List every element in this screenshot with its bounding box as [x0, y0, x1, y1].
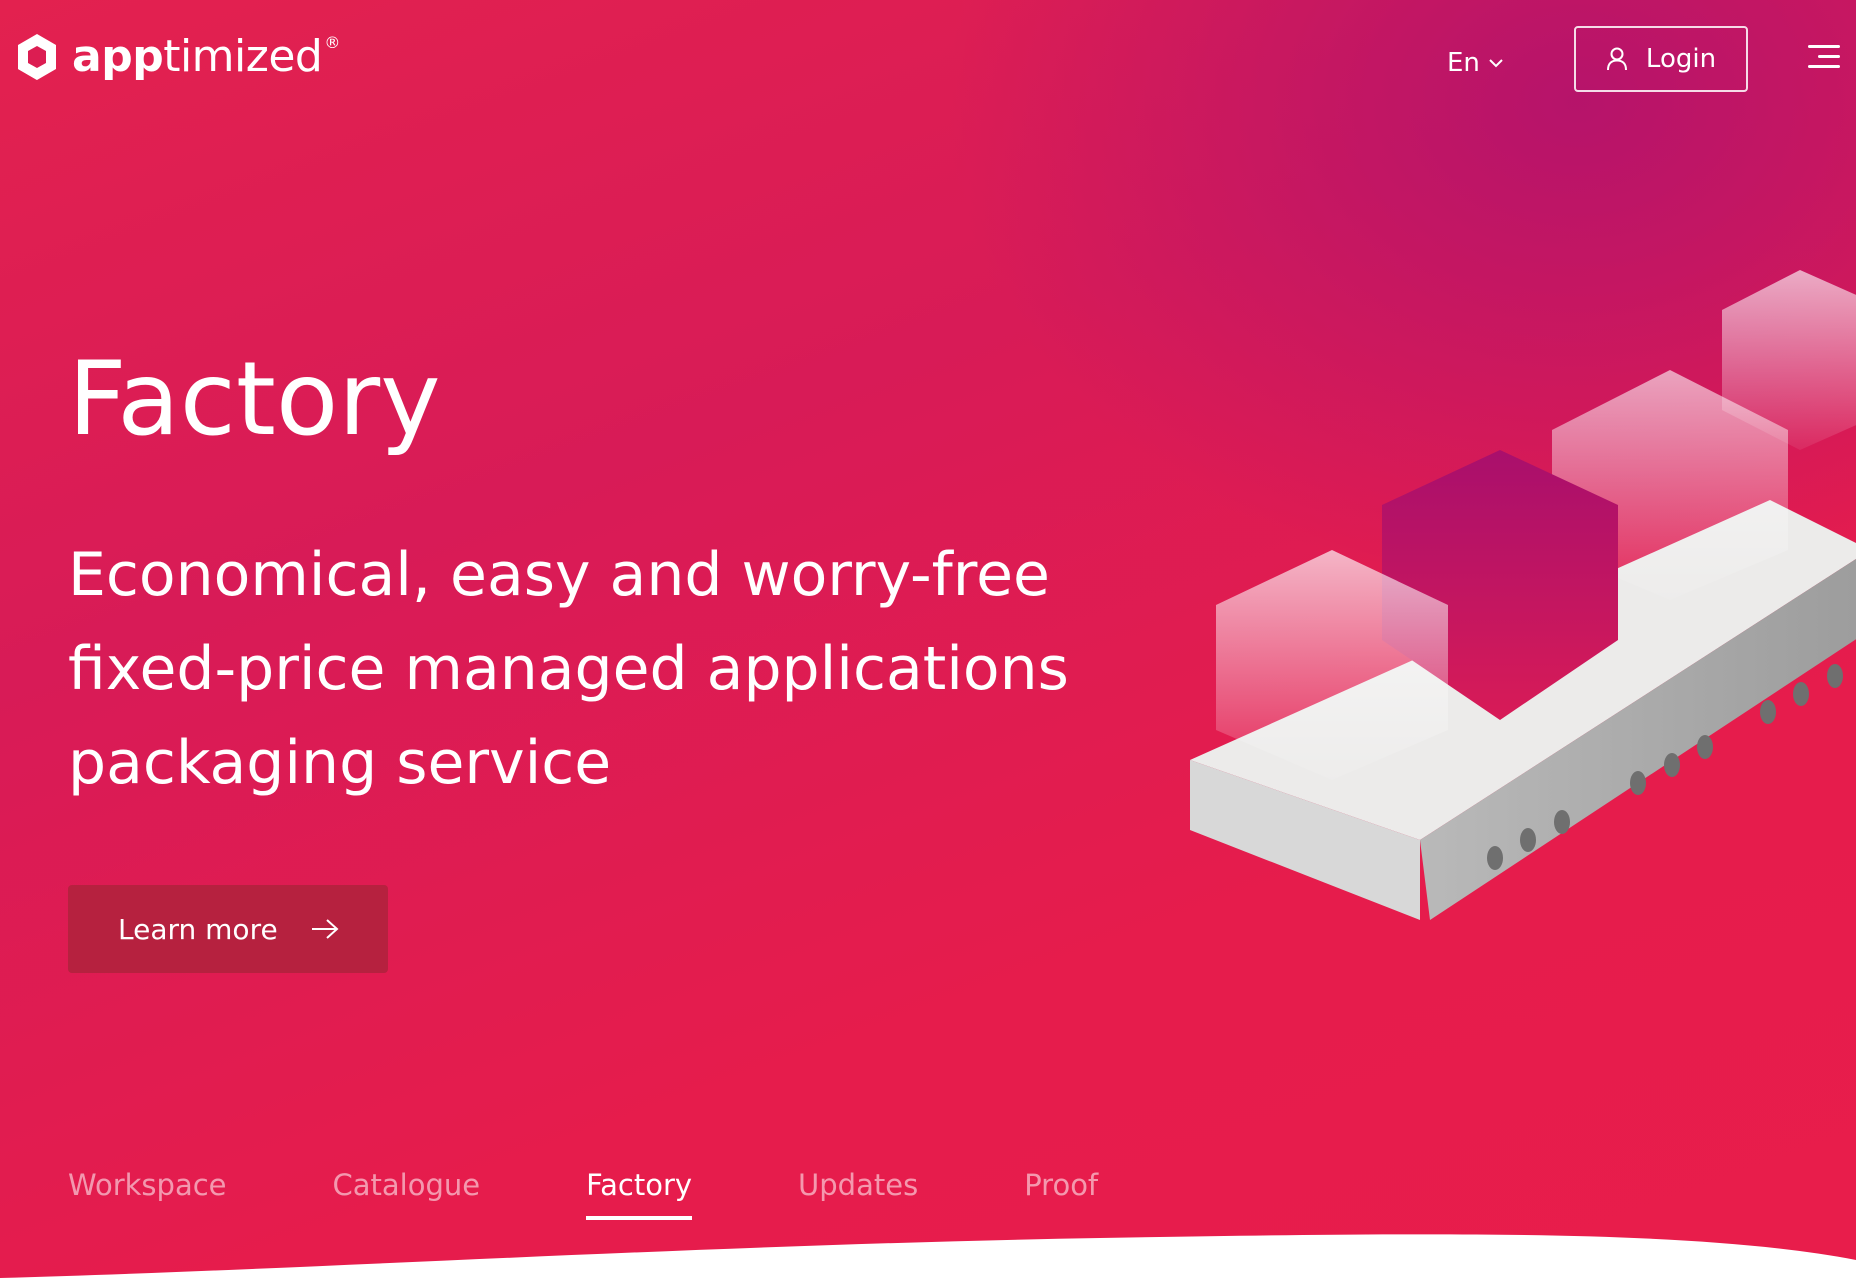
user-icon — [1606, 47, 1627, 71]
factory-illustration — [1190, 270, 1856, 920]
login-button[interactable]: Login — [1574, 26, 1748, 92]
registered-mark: ® — [324, 33, 340, 52]
arrow-right-icon — [311, 919, 339, 939]
hero-section: apptimized ® En Login Factory Economical,… — [0, 0, 1856, 1280]
menu-line — [1818, 55, 1840, 58]
brand-name-light: timized — [163, 31, 323, 82]
hero-subtitle: Economical, easy and worry-free fixed-pr… — [68, 540, 1069, 798]
language-selector[interactable]: En — [1447, 48, 1504, 78]
page-title: Factory — [68, 340, 441, 459]
brand-wordmark: apptimized ® — [72, 35, 340, 79]
chevron-down-icon — [1489, 59, 1503, 68]
login-label: Login — [1645, 44, 1717, 74]
learn-more-button[interactable]: Learn more — [68, 885, 388, 973]
language-label: En — [1447, 48, 1480, 78]
hexagon-logo-icon — [18, 34, 56, 80]
brand-name-bold: app — [72, 31, 164, 82]
menu-line — [1808, 65, 1840, 68]
hamburger-menu-icon[interactable] — [1806, 42, 1840, 72]
menu-line — [1808, 45, 1840, 48]
learn-more-label: Learn more — [118, 912, 278, 946]
bottom-wave — [0, 1234, 1856, 1280]
brand-logo[interactable]: apptimized ® — [16, 32, 340, 82]
